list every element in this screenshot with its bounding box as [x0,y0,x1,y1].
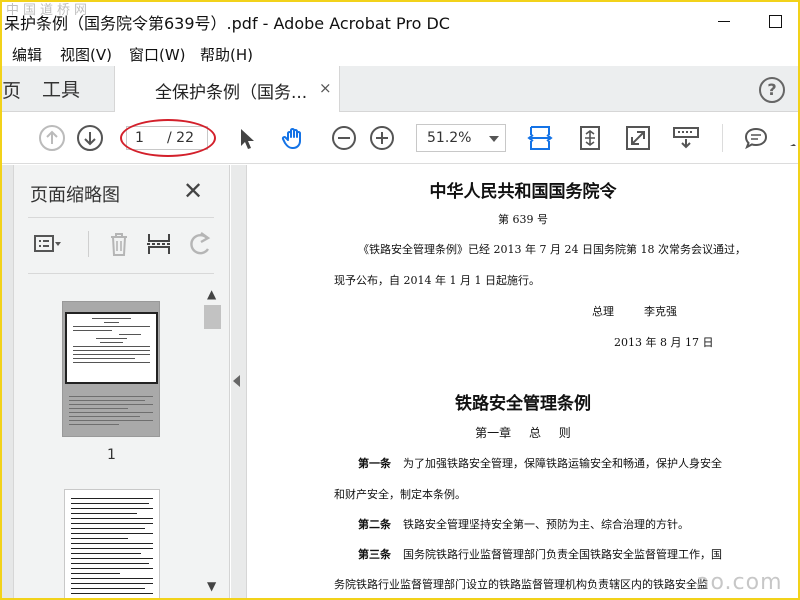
minimize-button[interactable] [714,10,736,32]
fit-width-icon[interactable] [526,124,554,152]
window-title: 呆护条例（国务院令第639号）.pdf - Adobe Acrobat Pro … [4,14,450,33]
thumbnail-visible-region [65,312,158,384]
tab-home[interactable]: 页 [2,76,21,103]
panel-title: 页面缩略图 [30,185,120,206]
thumbnail-scrollbar[interactable]: ▲ ▼ [202,283,224,598]
thumbnails-panel: 页面缩略图 ✕ 1 ▲ ▼ [2,165,230,598]
doc-paragraph: 《铁路安全管理条例》已经 2013 年 7 月 24 日国务院第 18 次常务会… [358,243,746,256]
comment-icon[interactable] [742,124,770,152]
tab-document[interactable]: 全保护条例（国务... × [114,66,340,112]
scroll-up-icon[interactable]: ▲ [207,287,216,301]
rotate-icon[interactable] [186,229,216,259]
thumbnail-text [73,318,150,366]
menu-help[interactable]: 帮助(H) [200,44,253,65]
pen-icon[interactable] [786,124,798,152]
zoom-value: 51.2% [427,130,472,146]
document-page: 中华人民共和国国务院令 第 639 号 《铁路安全管理条例》已经 2013 年 … [248,165,798,598]
doc-chapter: 第一章 总 则 [475,426,571,440]
thumbnail-label: 1 [107,447,116,463]
zoom-out-icon[interactable] [330,124,358,152]
article-text: 务院铁路行业监督管理部门设立的铁路监督管理机构负责辖区内的铁路安全监 [334,578,708,591]
article-label: 第二条 [358,518,391,531]
tab-tools[interactable]: 工具 [42,75,80,102]
doc-title: 铁路安全管理条例 [455,394,591,414]
help-icon[interactable]: ? [759,77,785,103]
page-number-box: / 22 [126,126,208,150]
fit-page-icon[interactable] [576,124,604,152]
collapse-panel-icon[interactable] [233,375,240,387]
toolbar-separator [722,124,723,152]
menu-window[interactable]: 窗口(W) [129,44,186,65]
toolbar: / 22 51.2% [2,112,798,164]
doc-article: 第一条 为了加强铁路安全管理，保障铁路运输安全和畅通，保护人身安全 [358,455,722,471]
page-total: / 22 [167,130,194,146]
doc-order-number: 第 639 号 [498,213,548,226]
thumbnail-text [69,396,153,428]
doc-paragraph: 现予公布，自 2014 年 1 月 1 日起施行。 [334,274,540,287]
article-text: 国务院铁路行业监督管理部门负责全国铁路安全监督管理工作，国 [403,548,722,561]
article-text: 为了加强铁路安全管理，保障铁路运输安全和畅通，保护人身安全 [403,457,722,470]
panel-toolbar-separator [88,231,89,257]
menu-edit[interactable]: 编辑 [12,44,42,65]
menu-view[interactable]: 视图(V) [60,44,112,65]
options-icon[interactable] [32,229,62,259]
panel-divider [28,273,214,274]
doc-heading: 中华人民共和国国务院令 [429,182,617,202]
hand-tool-icon[interactable] [280,124,308,152]
title-bar: 中国道桥网 呆护条例（国务院令第639号）.pdf - Adobe Acroba… [2,2,798,40]
panel-strip [2,165,14,598]
close-icon[interactable]: ✕ [183,179,203,203]
watermark-bottom: ao.com [696,570,783,595]
full-screen-icon[interactable] [624,124,652,152]
page-thumbnail-2[interactable] [64,489,160,598]
tab-document-label: 全保护条例（国务... [155,83,308,103]
doc-date: 2013 年 8 月 17 日 [614,336,714,349]
tab-bar: 页 工具 全保护条例（国务... × ? [2,66,798,112]
scroll-down-icon[interactable]: ▼ [207,579,216,593]
zoom-select[interactable]: 51.2% [416,124,506,152]
article-label: 第三条 [358,548,391,561]
extract-pages-icon[interactable] [144,229,174,259]
panel-divider [28,217,214,218]
thumbnail-text [71,498,153,598]
zoom-in-icon[interactable] [368,124,396,152]
prev-page-icon[interactable] [38,124,66,152]
menu-bar: 编辑 视图(V) 窗口(W) 帮助(H) [2,40,798,66]
page-number-input[interactable] [135,130,159,146]
app-window: 中国道桥网 呆护条例（国务院令第639号）.pdf - Adobe Acroba… [0,0,800,600]
article-label: 第一条 [358,457,391,470]
doc-article: 第二条 铁路安全管理坚持安全第一、预防为主、综合治理的方针。 [358,516,689,532]
keyboard-icon[interactable] [672,124,700,152]
doc-signer-name: 李克强 [644,305,677,318]
doc-signer-title: 总理 [592,305,614,318]
doc-article: 第三条 国务院铁路行业监督管理部门负责全国铁路安全监督管理工作，国 [358,546,722,562]
chevron-down-icon [489,136,499,142]
article-text: 和财产安全，制定本条例。 [334,488,466,501]
next-page-icon[interactable] [76,124,104,152]
scrollbar-thumb[interactable] [204,305,221,329]
article-text: 铁路安全管理坚持安全第一、预防为主、综合治理的方针。 [403,518,689,531]
page-thumbnail-1[interactable] [62,301,160,437]
trash-icon[interactable] [104,229,134,259]
select-arrow-icon[interactable] [232,124,260,152]
tab-close-icon[interactable]: × [319,79,332,97]
maximize-button[interactable] [764,10,786,32]
